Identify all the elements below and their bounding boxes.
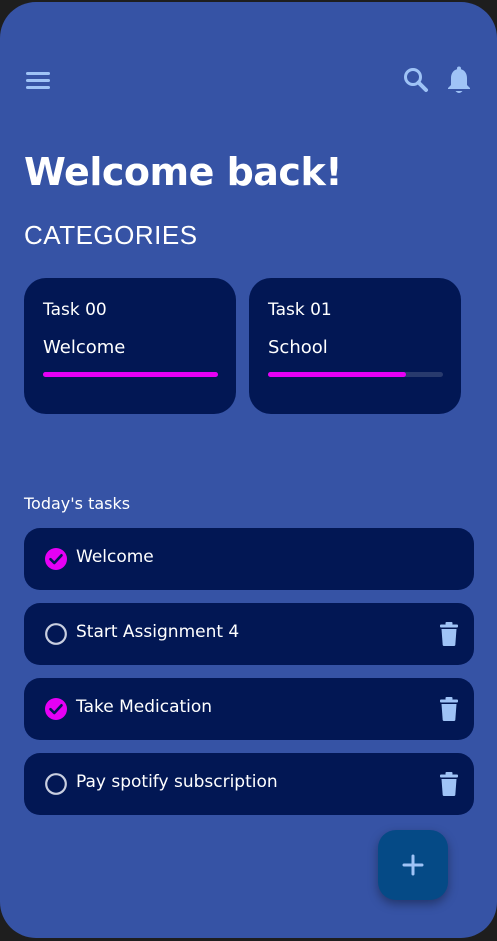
add-task-button[interactable] xyxy=(378,830,448,900)
search-icon[interactable] xyxy=(402,66,430,94)
task-label: Take Medication xyxy=(76,697,213,717)
checkbox-unchecked-icon[interactable] xyxy=(44,772,68,796)
todays-tasks-heading: Today's tasks xyxy=(24,494,131,513)
trash-icon[interactable] xyxy=(437,771,461,797)
category-progress-fill xyxy=(268,372,407,377)
app-screen: Welcome back! CATEGORIES Task 00 Welcome… xyxy=(0,2,497,938)
trash-icon[interactable] xyxy=(437,696,461,722)
category-progress-bar xyxy=(43,372,218,377)
task-label: Pay spotify subscription xyxy=(76,772,278,792)
bell-icon[interactable] xyxy=(445,66,473,96)
category-card-welcome[interactable]: Task 00 Welcome xyxy=(24,278,236,414)
task-row[interactable]: Welcome xyxy=(24,528,474,590)
checkbox-unchecked-icon[interactable] xyxy=(44,622,68,646)
category-name: School xyxy=(268,337,328,358)
task-row[interactable]: Take Medication xyxy=(24,678,474,740)
top-bar xyxy=(0,2,497,162)
category-progress-bar xyxy=(268,372,443,377)
checkbox-checked-icon[interactable] xyxy=(44,697,68,721)
task-label: Start Assignment 4 xyxy=(76,622,240,642)
category-card-school[interactable]: Task 01 School xyxy=(249,278,461,414)
task-row[interactable]: Start Assignment 4 xyxy=(24,603,474,665)
category-task-count: Task 01 xyxy=(268,300,332,320)
page-title: Welcome back! xyxy=(24,150,343,194)
trash-icon[interactable] xyxy=(437,621,461,647)
categories-heading: CATEGORIES xyxy=(24,220,198,250)
checkbox-checked-icon[interactable] xyxy=(44,547,68,571)
menu-icon[interactable] xyxy=(26,72,52,92)
task-row[interactable]: Pay spotify subscription xyxy=(24,753,474,815)
category-name: Welcome xyxy=(43,337,126,358)
task-label: Welcome xyxy=(76,547,154,567)
plus-icon xyxy=(402,854,424,876)
category-task-count: Task 00 xyxy=(43,300,107,320)
category-progress-fill xyxy=(43,372,218,377)
